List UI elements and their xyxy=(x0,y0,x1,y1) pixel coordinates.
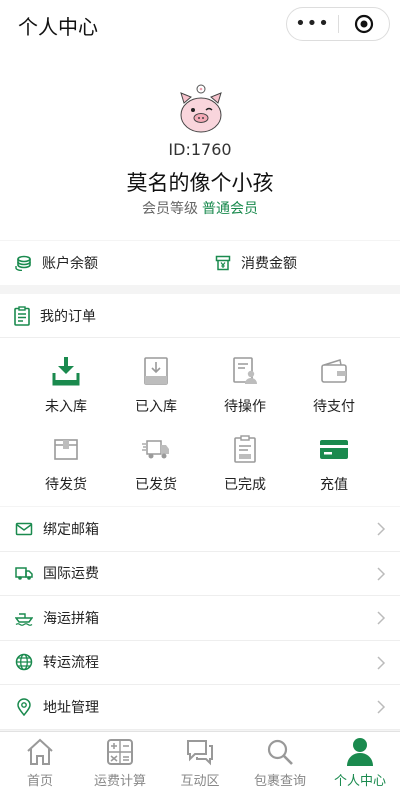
operator-doc-icon xyxy=(233,357,257,384)
order-list-icon xyxy=(14,305,30,326)
order-status-label: 未入库 xyxy=(45,399,87,415)
menu-item-label: 转运流程 xyxy=(43,655,99,672)
tab-home[interactable]: 首页 xyxy=(0,736,80,789)
credit-card-icon xyxy=(320,440,348,459)
order-status-label: 充值 xyxy=(320,477,348,493)
order-status-label: 待发货 xyxy=(45,477,87,493)
my-orders-title: 我的订单 xyxy=(40,308,96,325)
order-status-label: 待支付 xyxy=(313,399,355,415)
bottom-tab-bar: 首页 运费计算 互动区 包裹查询 个人中心 xyxy=(0,731,400,790)
balance-row: 账户余额 消费金额 xyxy=(0,241,400,285)
yuan-receipt-icon xyxy=(215,255,231,271)
tab-label: 首页 xyxy=(26,774,53,789)
tab-label: 运费计算 xyxy=(93,774,146,789)
search-icon xyxy=(267,739,293,765)
menu-item-transfer-process[interactable]: 转运流程 xyxy=(0,641,400,685)
mini-program-capsule: ••• xyxy=(286,7,390,41)
menu-item-label: 地址管理 xyxy=(43,699,99,716)
tab-label: 包裹查询 xyxy=(253,774,306,789)
chevron-right-icon xyxy=(377,522,386,536)
order-status-label: 已发货 xyxy=(135,477,177,493)
account-balance-button[interactable]: 账户余额 xyxy=(15,253,98,273)
chevron-right-icon xyxy=(377,566,386,581)
tab-package-search[interactable]: 包裹查询 xyxy=(240,736,320,789)
target-icon xyxy=(354,14,374,34)
chevron-right-icon xyxy=(377,655,386,670)
order-status-to-ship[interactable]: 待发货 xyxy=(21,432,111,494)
order-status-shipped[interactable]: 已发货 xyxy=(111,432,201,494)
account-balance-label: 账户余额 xyxy=(42,256,98,272)
member-level-value: 普通会员 xyxy=(202,201,258,217)
spend-amount-button[interactable]: 消费金额 xyxy=(215,253,297,273)
user-id: ID:1760 xyxy=(168,140,232,159)
menu-item-label: 国际运费 xyxy=(43,566,99,583)
more-menu-button[interactable]: ••• xyxy=(287,7,338,41)
order-status-not-stored[interactable]: 未入库 xyxy=(21,354,111,416)
tab-shipping-calculator[interactable]: 运费计算 xyxy=(80,736,160,789)
menu-item-bind-email[interactable]: 绑定邮箱 xyxy=(0,507,400,552)
delivery-truck-icon xyxy=(142,440,169,459)
mail-icon xyxy=(15,522,33,535)
order-status-completed[interactable]: 已完成 xyxy=(200,432,290,494)
order-status-label: 已入库 xyxy=(135,399,177,415)
member-level-label: 会员等级 xyxy=(142,201,198,217)
ship-icon xyxy=(15,613,33,626)
truck-icon xyxy=(15,567,33,581)
download-box-icon xyxy=(52,357,80,386)
spend-amount-label: 消费金额 xyxy=(241,256,297,272)
profile-card: ID:1760 莫名的像个小孩 会员等级 普通会员 xyxy=(0,50,400,240)
tab-label: 互动区 xyxy=(180,774,220,789)
location-pin-icon xyxy=(17,698,31,716)
settings-menu: 绑定邮箱 国际运费 海运拼箱 转运流程 地址管理 xyxy=(0,507,400,730)
order-status-grid: 未入库 已入库 待操作 待支付 待发货 已发货 已完成 充值 xyxy=(0,338,400,506)
pig-avatar-icon[interactable] xyxy=(178,83,224,135)
order-status-pending-operation[interactable]: 待操作 xyxy=(200,354,290,416)
package-icon xyxy=(54,439,78,460)
globe-icon xyxy=(15,654,33,671)
person-icon xyxy=(347,738,373,766)
home-icon xyxy=(27,738,53,765)
chat-icon xyxy=(187,740,213,766)
tab-label: 个人中心 xyxy=(333,774,386,789)
order-status-stored[interactable]: 已入库 xyxy=(111,354,201,416)
order-status-label: 待操作 xyxy=(224,399,266,415)
user-nickname: 莫名的像个小孩 xyxy=(126,171,274,195)
recharge-button[interactable]: 充值 xyxy=(289,432,379,494)
tab-interaction[interactable]: 互动区 xyxy=(160,736,240,789)
menu-item-address-management[interactable]: 地址管理 xyxy=(0,685,400,730)
menu-item-label: 绑定邮箱 xyxy=(43,521,99,538)
close-target-button[interactable] xyxy=(339,14,389,34)
member-level: 会员等级 普通会员 xyxy=(0,198,400,218)
clipboard-check-icon xyxy=(234,435,256,463)
page-title: 个人中心 xyxy=(18,14,98,39)
order-status-pending-payment[interactable]: 待支付 xyxy=(289,354,379,416)
top-bar: 个人中心 ••• xyxy=(0,0,400,50)
tab-personal-center[interactable]: 个人中心 xyxy=(320,736,400,789)
menu-item-sea-freight[interactable]: 海运拼箱 xyxy=(0,596,400,641)
my-orders-header[interactable]: 我的订单 xyxy=(0,294,400,338)
coins-icon xyxy=(15,255,31,271)
menu-item-intl-shipping[interactable]: 国际运费 xyxy=(0,552,400,596)
chevron-right-icon xyxy=(377,611,386,625)
chevron-right-icon xyxy=(377,700,386,714)
calculator-icon xyxy=(107,739,133,765)
menu-item-label: 海运拼箱 xyxy=(43,610,99,627)
order-status-label: 已完成 xyxy=(224,477,266,493)
inbox-tray-icon xyxy=(144,357,168,385)
wallet-icon xyxy=(321,359,347,383)
